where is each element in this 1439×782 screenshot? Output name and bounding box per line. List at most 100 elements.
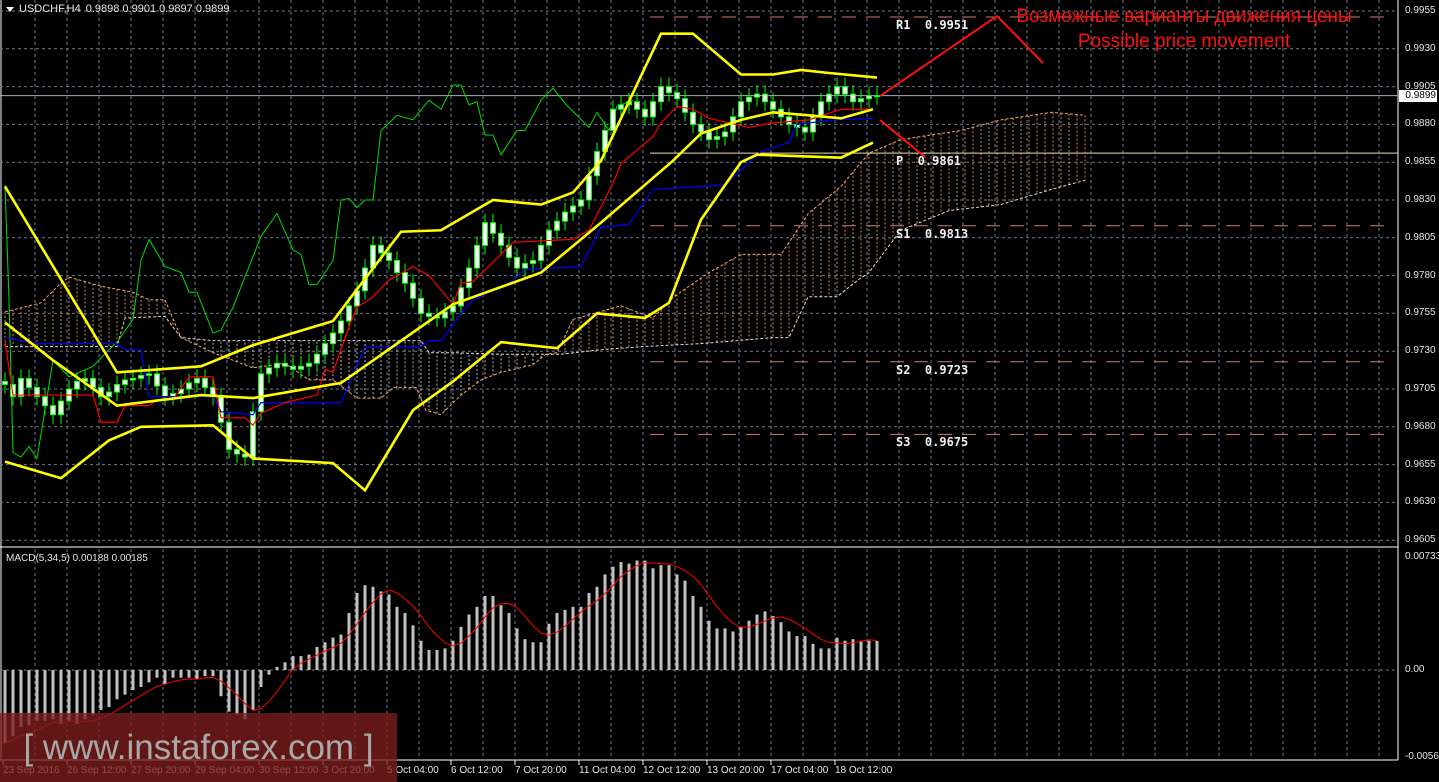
pivot-label: R1 0.9951 <box>896 18 969 33</box>
macd-histogram-bar <box>243 670 247 720</box>
candle-body <box>58 400 64 416</box>
candle-body <box>466 267 472 289</box>
macd-histogram-bar <box>739 626 743 670</box>
current-price-label: 0.9899 <box>1399 90 1437 102</box>
candle-body <box>234 448 240 455</box>
macd-histogram-bar <box>459 626 463 670</box>
pivot-label: S3 0.9675 <box>896 435 969 450</box>
macd-histogram-bar <box>659 565 663 670</box>
candle-body <box>146 373 152 376</box>
candle-body <box>722 131 728 137</box>
candle-body <box>770 101 776 110</box>
chart-canvas[interactable] <box>0 0 1439 782</box>
candle-body <box>698 123 704 133</box>
dropdown-triangle-icon[interactable] <box>6 6 14 12</box>
macd-histogram-bar <box>467 614 471 670</box>
macd-axis-label: -0.00563 <box>1405 750 1439 762</box>
pivot-label: P 0.9861 <box>896 154 962 169</box>
macd-histogram-bar <box>371 586 375 670</box>
macd-histogram-bar <box>339 634 343 670</box>
pivot-label: S1 0.9813 <box>896 226 969 241</box>
candle-body <box>442 311 448 319</box>
macd-histogram-bar <box>107 670 111 707</box>
candle-body <box>674 92 680 100</box>
candle-body <box>346 305 352 322</box>
candle-body <box>834 86 840 95</box>
time-axis-label: 6 Oct 12:00 <box>451 765 503 776</box>
candle-body <box>130 377 136 381</box>
price-axis-label: 0.9680 <box>1405 420 1436 432</box>
price-axis-label: 0.9730 <box>1405 345 1436 357</box>
price-axis-label: 0.9655 <box>1405 458 1436 470</box>
candle-body <box>314 353 320 364</box>
macd-histogram-bar <box>603 574 607 670</box>
macd-histogram-bar <box>555 612 559 670</box>
candle-body <box>250 411 256 458</box>
macd-histogram-bar <box>139 670 143 687</box>
macd-histogram-bar <box>163 670 167 684</box>
candle-body <box>274 362 280 369</box>
macd-histogram-bar <box>51 670 55 720</box>
macd-histogram-bar <box>627 563 631 670</box>
macd-histogram-bar <box>275 666 279 670</box>
macd-histogram-bar <box>867 640 871 670</box>
candle-body <box>802 126 808 133</box>
macd-histogram-bar <box>579 606 583 670</box>
candle-body <box>522 263 528 269</box>
candle-body <box>714 135 720 141</box>
macd-histogram-bar <box>675 574 679 670</box>
candle-body <box>850 93 856 103</box>
macd-histogram-bar <box>827 648 831 670</box>
macd-histogram-bar <box>211 670 215 677</box>
macd-histogram-bar <box>539 642 543 670</box>
macd-histogram-bar <box>547 623 551 670</box>
macd-histogram-bar <box>811 643 815 670</box>
ohlc-values: 0.9898 0.9901 0.9897 0.9899 <box>85 3 230 15</box>
macd-histogram-bar <box>307 654 311 670</box>
candle-body <box>666 86 672 94</box>
candle-body <box>106 391 112 398</box>
macd-header: MACD(5,34,5) 0.00188 0.00185 <box>6 553 148 564</box>
macd-histogram-bar <box>475 606 479 670</box>
candle-body <box>642 108 648 118</box>
time-axis-label: 12 Oct 12:00 <box>643 765 701 776</box>
candle-body <box>18 377 24 398</box>
candle-body <box>762 93 768 103</box>
candle-body <box>578 199 584 207</box>
macd-histogram-bar <box>635 560 639 670</box>
candle-body <box>754 93 760 98</box>
macd-histogram-bar <box>779 622 783 670</box>
candle-body <box>186 382 192 390</box>
candle-body <box>650 101 656 118</box>
macd-histogram-bar <box>643 560 647 670</box>
candle-body <box>410 282 416 299</box>
candle-body <box>570 205 576 213</box>
macd-histogram-bar <box>315 646 319 670</box>
candle-body <box>682 98 688 113</box>
time-axis-label: 7 Oct 20:00 <box>515 765 567 776</box>
candle-body <box>498 232 504 246</box>
macd-histogram-bar <box>819 648 823 670</box>
candle-body <box>738 101 744 118</box>
macd-histogram-bar <box>443 648 447 670</box>
macd-histogram-bar <box>91 670 95 715</box>
price-axis-label: 0.9805 <box>1405 231 1436 243</box>
candle-body <box>474 244 480 269</box>
macd-histogram-bar <box>715 628 719 670</box>
candle-body <box>50 405 56 416</box>
candle-body <box>402 272 408 284</box>
macd-histogram-bar <box>171 670 175 678</box>
macd-axis-label: 0.00733 <box>1405 551 1439 562</box>
macd-histogram-bar <box>699 606 703 670</box>
candle-body <box>874 95 880 98</box>
macd-histogram-bar <box>419 640 423 670</box>
macd-histogram-bar <box>83 670 87 720</box>
macd-histogram-bar <box>651 568 655 670</box>
candle-body <box>562 211 568 222</box>
macd-histogram-bar <box>427 649 431 670</box>
macd-histogram-bar <box>571 606 575 670</box>
macd-histogram-bar <box>803 636 807 670</box>
time-axis-label: 18 Oct 12:00 <box>835 765 893 776</box>
macd-histogram-bar <box>379 591 383 670</box>
candle-body <box>26 377 32 388</box>
